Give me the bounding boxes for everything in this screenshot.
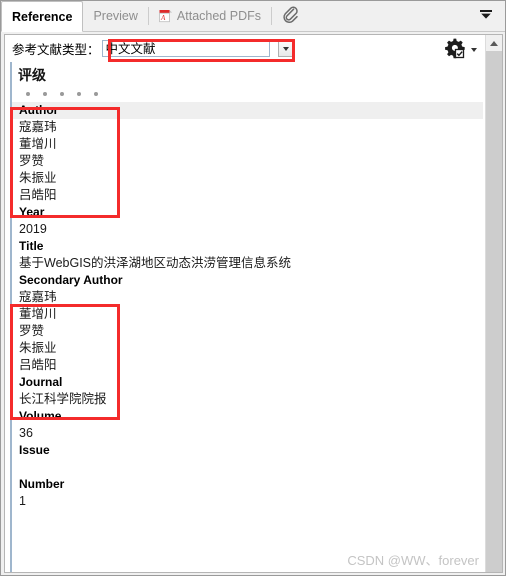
field-title: Title 基于WebGIS的洪泽湖地区动态洪涝管理信息系统 — [17, 238, 485, 272]
tab-reference[interactable]: Reference — [1, 1, 84, 32]
field-year-label: Year — [19, 205, 45, 219]
field-secondary-author-value-3[interactable]: 罗赞 — [17, 323, 485, 340]
rating-star-3[interactable] — [60, 92, 64, 96]
field-secondary-author-label: Secondary Author — [19, 273, 123, 287]
field-issue: Issue — [17, 442, 485, 476]
gear-checkbox-icon[interactable] — [444, 37, 466, 62]
field-year: Year 2019 — [17, 204, 485, 238]
scrollbar-thumb[interactable] — [486, 51, 502, 572]
rating-title: 评级 — [18, 67, 46, 83]
chevron-double-down-icon — [479, 9, 493, 24]
reference-panel: 参考文献类型： 中文文献 评级 Author 寇嘉玮 董增川 罗赞 朱振业 吕皓… — [4, 34, 503, 573]
tab-attached-pdfs[interactable]: A Attached PDFs — [149, 1, 271, 31]
svg-text:A: A — [160, 14, 166, 22]
field-author-label: Author — [12, 102, 483, 119]
settings-dropdown-icon[interactable] — [471, 47, 477, 52]
field-volume-label: Volume — [19, 409, 62, 423]
field-number: Number 1 — [17, 476, 485, 510]
paperclip-icon — [281, 5, 299, 27]
scroll-up-button[interactable] — [486, 35, 502, 51]
field-secondary-author: Secondary Author 寇嘉玮 董增川 罗赞 朱振业 吕皓阳 — [17, 272, 485, 374]
field-journal: Journal 长江科学院院报 — [17, 374, 485, 408]
field-secondary-author-value-4[interactable]: 朱振业 — [17, 340, 485, 357]
field-issue-value[interactable] — [17, 459, 485, 476]
field-volume-value[interactable]: 36 — [17, 425, 485, 442]
field-author-value-1[interactable]: 寇嘉玮 — [17, 119, 485, 136]
chevron-down-icon — [283, 46, 290, 51]
endnote-reference-window: Reference Preview A Attached PDFs 参考文献类型… — [0, 0, 506, 576]
tab-preview-label: Preview — [93, 9, 138, 23]
rating-stars[interactable] — [26, 92, 485, 96]
field-author-value-5[interactable]: 吕皓阳 — [17, 187, 485, 204]
tab-attached-pdfs-label: Attached PDFs — [176, 9, 261, 23]
field-title-value[interactable]: 基于WebGIS的洪泽湖地区动态洪涝管理信息系统 — [17, 255, 485, 272]
tab-strip: Reference Preview A Attached PDFs — [1, 1, 505, 32]
field-issue-label: Issue — [19, 443, 50, 457]
field-journal-value[interactable]: 长江科学院院报 — [17, 391, 485, 408]
field-secondary-author-value-2[interactable]: 董增川 — [17, 306, 485, 323]
field-number-value[interactable]: 1 — [17, 493, 485, 510]
rating-star-1[interactable] — [26, 92, 30, 96]
attachment-button[interactable] — [272, 1, 308, 31]
rating-star-4[interactable] — [77, 92, 81, 96]
reference-type-dropdown-button[interactable] — [277, 40, 295, 57]
settings-area — [444, 37, 477, 62]
reference-panel-inner: 参考文献类型： 中文文献 评级 Author 寇嘉玮 董增川 罗赞 朱振业 吕皓… — [5, 35, 485, 572]
tab-reference-label: Reference — [12, 9, 73, 24]
vertical-scrollbar[interactable] — [485, 35, 502, 572]
field-number-label: Number — [19, 477, 65, 491]
rating-star-2[interactable] — [43, 92, 47, 96]
pdf-icon: A — [159, 9, 173, 24]
field-volume: Volume 36 — [17, 408, 485, 442]
field-author: Author 寇嘉玮 董增川 罗赞 朱振业 吕皓阳 — [12, 102, 485, 204]
field-author-value-3[interactable]: 罗赞 — [17, 153, 485, 170]
rating-star-5[interactable] — [94, 92, 98, 96]
field-year-value[interactable]: 2019 — [17, 221, 485, 238]
reference-type-combobox[interactable]: 中文文献 — [101, 40, 295, 57]
watermark: CSDN @WW、forever — [347, 553, 479, 568]
field-author-value-2[interactable]: 董增川 — [17, 136, 485, 153]
tab-overflow-button[interactable] — [473, 1, 499, 31]
triangle-up-icon — [490, 40, 498, 46]
reference-type-label: 参考文献类型： — [12, 43, 100, 57]
reference-fields-list: 评级 Author 寇嘉玮 董增川 罗赞 朱振业 吕皓阳 Year 2019 T… — [10, 62, 485, 572]
field-secondary-author-value-5[interactable]: 吕皓阳 — [17, 357, 485, 374]
reference-type-value[interactable]: 中文文献 — [101, 40, 270, 57]
field-author-value-4[interactable]: 朱振业 — [17, 170, 485, 187]
reference-type-row: 参考文献类型： 中文文献 — [5, 35, 485, 62]
field-title-label: Title — [19, 239, 44, 253]
field-journal-label: Journal — [19, 375, 63, 389]
field-secondary-author-value-1[interactable]: 寇嘉玮 — [17, 289, 485, 306]
tab-preview[interactable]: Preview — [83, 1, 147, 31]
